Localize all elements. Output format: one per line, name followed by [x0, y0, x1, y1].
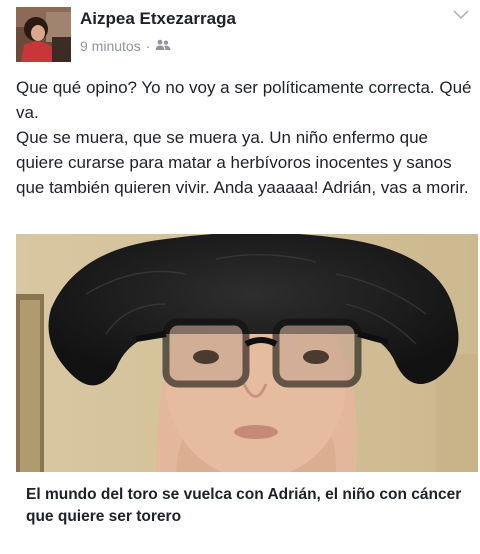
link-preview-title-text: El mundo del toro se vuelca con Adrián, … — [26, 486, 462, 525]
post-text-paragraph: Que qué opino? Yo no voy a ser políticam… — [16, 78, 472, 122]
avatar[interactable] — [16, 7, 71, 62]
chevron-down-icon[interactable] — [450, 6, 472, 24]
post-header: Aizpea Etxezarraga 9 minutos · — [0, 0, 480, 70]
post-text: Que qué opino? Yo no voy a ser políticam… — [16, 75, 478, 200]
post-meta: 9 minutos · — [80, 38, 171, 54]
meta-separator: · — [145, 38, 151, 54]
post-text-paragraph: Que se muera, que se muera ya. Un niño e… — [16, 128, 469, 197]
link-preview-image[interactable] — [16, 234, 478, 472]
friends-icon[interactable] — [155, 38, 171, 54]
link-preview-title[interactable]: El mundo del toro se vuelca con Adrián, … — [16, 472, 478, 554]
author-name[interactable]: Aizpea Etxezarraga — [80, 9, 236, 29]
post-time[interactable]: 9 minutos — [80, 38, 141, 54]
